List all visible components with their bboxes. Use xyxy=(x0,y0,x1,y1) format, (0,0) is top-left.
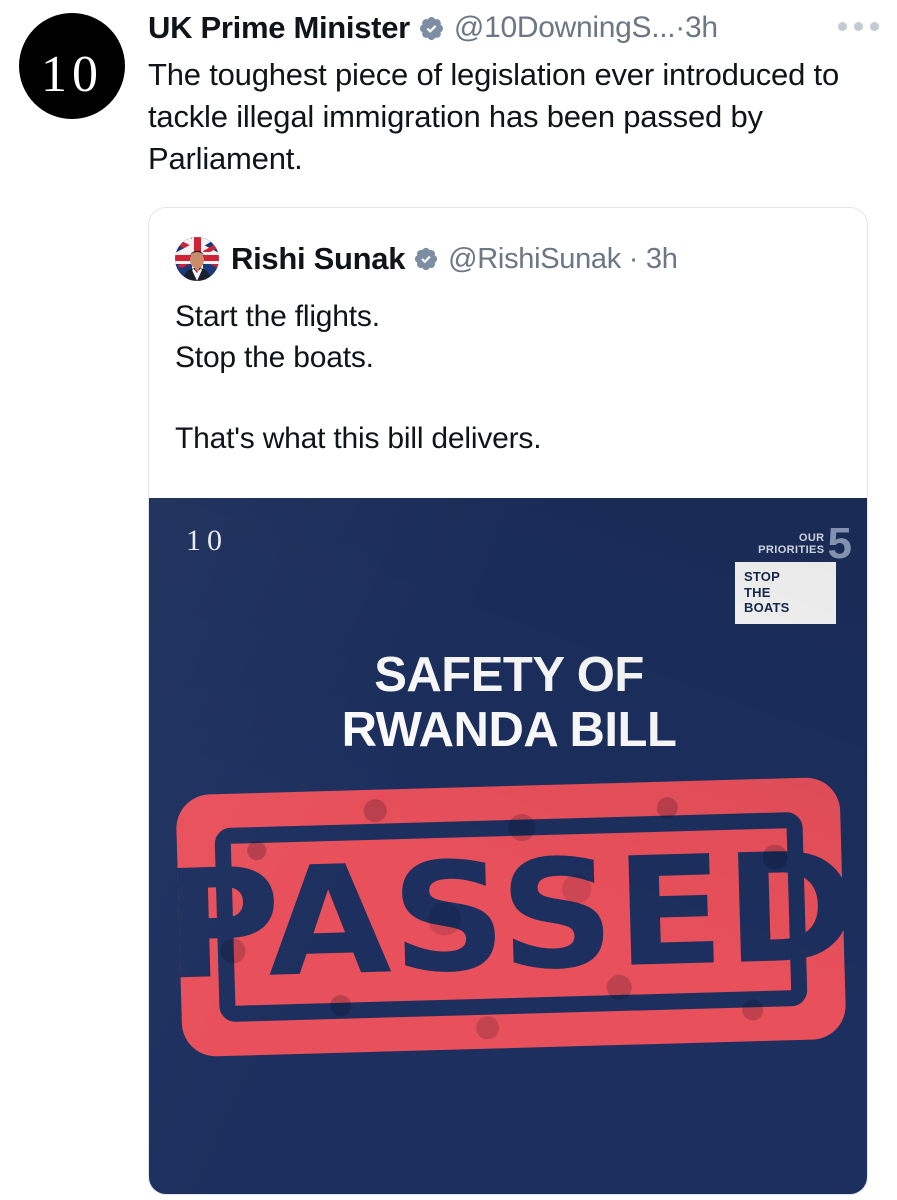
handle-and-timestamp[interactable]: @10DowningS...·3h xyxy=(454,11,718,45)
dot-separator: · xyxy=(628,242,639,275)
media-headline-line-2: RWANDA BILL xyxy=(341,702,677,757)
priorities-number: 5 xyxy=(827,519,853,568)
media-headline: SAFETY OF RWANDA BILL xyxy=(149,648,867,758)
dot-separator: · xyxy=(675,11,685,44)
dot xyxy=(854,22,863,31)
priorities-box-line-3: BOATS xyxy=(744,600,790,616)
passed-stamp: PASSED xyxy=(162,776,860,1058)
dot xyxy=(870,22,879,31)
tweet-media-image[interactable]: 10 OUR PRIORITIES 5 STOP THE BOATS SAFET… xyxy=(149,498,867,1194)
tweet-body: UK Prime Minister @10DowningS...·3h The … xyxy=(148,0,897,180)
priorities-box: STOP THE BOATS xyxy=(735,561,836,625)
avatar-logo-text: 10 xyxy=(41,46,103,103)
tweet-container: 10 UK Prime Minister @10DowningS...·3h T… xyxy=(0,0,897,1200)
timestamp: 3h xyxy=(685,11,718,44)
tweet-header: UK Prime Minister @10DowningS...·3h xyxy=(148,0,897,56)
priorities-line-1: OUR xyxy=(798,532,825,545)
avatar[interactable] xyxy=(175,237,219,281)
priorities-box-line-2: THE xyxy=(744,584,771,600)
priorities-words: OUR PRIORITIES xyxy=(758,532,824,560)
our-priorities-badge: OUR PRIORITIES 5 STOP THE BOATS xyxy=(735,519,853,625)
verified-badge-icon xyxy=(418,15,445,42)
priorities-line-2: PRIORITIES xyxy=(758,544,825,557)
dot xyxy=(838,22,847,31)
more-options-icon[interactable] xyxy=(838,22,879,31)
quoted-display-name[interactable]: Rishi Sunak xyxy=(231,241,405,277)
media-headline-line-1: SAFETY OF xyxy=(374,648,644,702)
handle: @10DowningS... xyxy=(453,11,676,44)
quoted-handle-and-timestamp[interactable]: @RishiSunak · 3h xyxy=(448,242,678,276)
quoted-handle: @RishiSunak xyxy=(448,242,621,275)
quoted-tweet-card[interactable]: Rishi Sunak @RishiSunak · 3h Start the f… xyxy=(148,207,868,1195)
priorities-box-line-1: STOP xyxy=(744,568,780,584)
priorities-top: OUR PRIORITIES 5 xyxy=(735,519,853,568)
stamp-text: PASSED xyxy=(161,819,861,1014)
verified-badge-icon xyxy=(413,246,439,272)
quoted-tweet-header: Rishi Sunak @RishiSunak · 3h xyxy=(149,208,867,281)
quoted-tweet-text: Start the flights. Stop the boats. That'… xyxy=(175,300,542,456)
stamp-border: PASSED xyxy=(162,811,860,1023)
downing-street-logo: 10 xyxy=(186,524,228,557)
display-name[interactable]: UK Prime Minister xyxy=(148,10,410,46)
avatar[interactable]: 10 xyxy=(19,13,125,119)
tweet-text: The toughest piece of legislation ever i… xyxy=(148,57,839,176)
quoted-timestamp: 3h xyxy=(645,242,678,275)
